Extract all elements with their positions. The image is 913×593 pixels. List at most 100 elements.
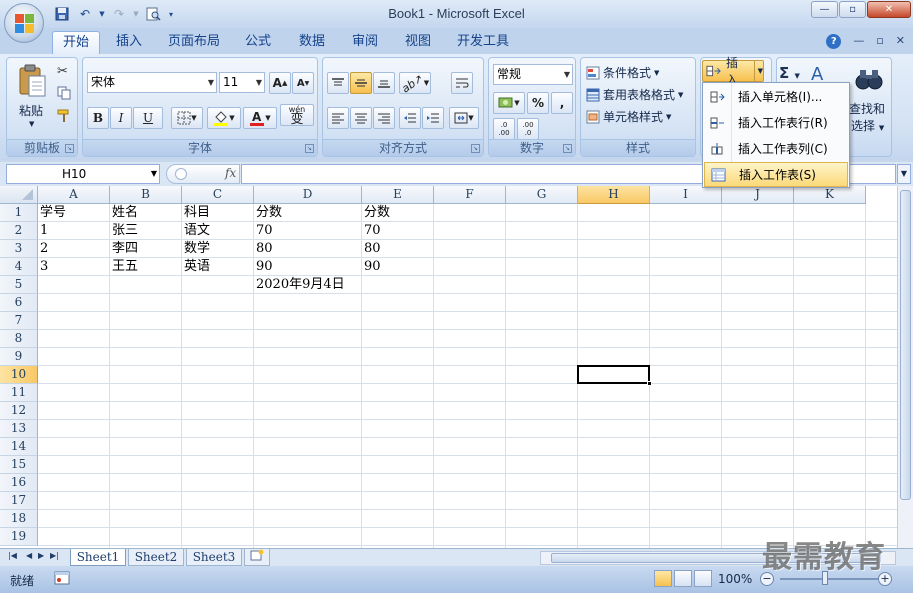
find-select-label-2[interactable]: 选择 ▼	[851, 117, 884, 134]
help-icon[interactable]: ?	[826, 34, 842, 49]
cell-e1[interactable]: 分数	[362, 204, 390, 222]
align-center-button[interactable]	[350, 107, 372, 129]
cell-e4[interactable]: 90	[362, 258, 381, 276]
currency-button[interactable]: ▼	[493, 92, 525, 114]
menu-insert-sheet[interactable]: 插入工作表(S)	[704, 162, 848, 187]
row-header-2[interactable]: 2	[0, 222, 38, 240]
new-sheet-tab[interactable]	[244, 549, 270, 566]
increase-indent-button[interactable]	[422, 107, 444, 129]
paste-label[interactable]: 粘贴	[19, 102, 43, 119]
ribbon-restore-icon[interactable]: ▫	[876, 34, 883, 49]
redo-icon[interactable]: ↷	[109, 5, 129, 23]
row-header-18[interactable]: 18	[0, 510, 38, 528]
cell-e3[interactable]: 80	[362, 240, 381, 258]
number-format-combo[interactable]: 常规 ▼	[493, 64, 573, 85]
cell-d3[interactable]: 80	[254, 240, 273, 258]
tab-formulas[interactable]: 公式	[238, 31, 278, 54]
row-header-13[interactable]: 13	[0, 420, 38, 438]
align-left-button[interactable]	[327, 107, 349, 129]
row-header-3[interactable]: 3	[0, 240, 38, 258]
font-name-combo[interactable]: 宋体 ▼	[87, 72, 217, 93]
row-header-16[interactable]: 16	[0, 474, 38, 492]
decrease-indent-button[interactable]	[399, 107, 421, 129]
vertical-scroll-thumb[interactable]	[900, 190, 911, 500]
comma-button[interactable]: ,	[551, 92, 573, 114]
merge-center-button[interactable]: ▼	[449, 107, 479, 129]
cell-a2[interactable]: 1	[38, 222, 48, 240]
borders-button[interactable]: ▼	[171, 107, 203, 129]
column-header-f[interactable]: F	[434, 186, 506, 204]
align-right-button[interactable]	[373, 107, 395, 129]
name-box-dropdown-icon[interactable]: ▼	[151, 165, 157, 183]
format-painter-icon[interactable]	[57, 109, 71, 126]
cell-c3[interactable]: 数学	[182, 240, 210, 258]
sheet-tab-sheet2[interactable]: Sheet2	[128, 549, 184, 566]
row-header-4[interactable]: 4	[0, 258, 38, 276]
font-size-dropdown-icon[interactable]: ▼	[256, 73, 262, 92]
cell-c2[interactable]: 语文	[182, 222, 210, 240]
font-name-dropdown-icon[interactable]: ▼	[208, 73, 214, 92]
row-header-19[interactable]: 19	[0, 528, 38, 546]
undo-icon[interactable]: ↶	[75, 5, 95, 23]
column-header-e[interactable]: E	[362, 186, 434, 204]
redo-dropdown-icon[interactable]: ▼	[132, 5, 140, 23]
insert-function-icon[interactable]: fx	[225, 166, 236, 180]
row-header-11[interactable]: 11	[0, 384, 38, 402]
cell-b1[interactable]: 姓名	[110, 204, 138, 222]
conditional-format-button[interactable]: 条件格式 ▼	[586, 64, 659, 81]
row-header-5[interactable]: 5	[0, 276, 38, 294]
cell-c1[interactable]: 科目	[182, 204, 210, 222]
phonetic-button[interactable]: wén 变	[280, 104, 314, 126]
column-header-d[interactable]: D	[254, 186, 362, 204]
ribbon-close-icon[interactable]: ✕	[896, 34, 905, 49]
row-header-6[interactable]: 6	[0, 294, 38, 312]
font-color-button[interactable]: A ▼	[243, 107, 277, 129]
ribbon-minimize-icon[interactable]: —	[853, 34, 864, 49]
zoom-level[interactable]: 100%	[718, 572, 752, 586]
column-header-k[interactable]: K	[794, 186, 866, 204]
number-format-dropdown-icon[interactable]: ▼	[564, 65, 570, 84]
office-button[interactable]	[4, 3, 44, 43]
shrink-font-button[interactable]: A ▼	[292, 72, 314, 94]
column-header-i[interactable]: I	[650, 186, 722, 204]
column-header-b[interactable]: B	[110, 186, 182, 204]
alignment-launcher-icon[interactable]: ↘	[471, 144, 480, 153]
sheet-tab-sheet1[interactable]: Sheet1	[70, 549, 126, 566]
cell-d4[interactable]: 90	[254, 258, 273, 276]
tab-review[interactable]: 审阅	[344, 31, 386, 54]
wrap-text-button[interactable]	[451, 72, 473, 94]
last-sheet-icon[interactable]: ▶|	[50, 551, 59, 560]
cell-a1[interactable]: 学号	[38, 204, 66, 222]
worksheet-grid[interactable]: A B C D E F G H I J K 1 2 3 4 5 6 7 8 9 10 11 12 13 14 15 16 17 18 19…	[0, 186, 913, 548]
prev-sheet-icon[interactable]: ◀	[26, 551, 32, 560]
row-header-10[interactable]: 10	[0, 366, 38, 384]
tab-data[interactable]: 数据	[292, 31, 332, 54]
align-middle-button[interactable]	[350, 72, 372, 94]
font-launcher-icon[interactable]: ↘	[305, 144, 314, 153]
tab-developer[interactable]: 开发工具	[450, 31, 516, 54]
name-box[interactable]: H10 ▼	[6, 164, 160, 184]
underline-button[interactable]: U	[133, 107, 163, 129]
align-bottom-button[interactable]	[373, 72, 395, 94]
cell-d5[interactable]: 2020年9月4日	[254, 276, 345, 294]
tab-home[interactable]: 开始	[52, 31, 100, 54]
row-header-8[interactable]: 8	[0, 330, 38, 348]
cell-e2[interactable]: 70	[362, 222, 381, 240]
row-header-9[interactable]: 9	[0, 348, 38, 366]
font-size-combo[interactable]: 11 ▼	[219, 72, 265, 93]
fill-handle[interactable]	[647, 381, 652, 386]
menu-insert-row[interactable]: 插入工作表行(R)	[704, 110, 848, 135]
cut-icon[interactable]: ✂	[57, 64, 68, 79]
tab-view[interactable]: 视图	[398, 31, 438, 54]
row-header-15[interactable]: 15	[0, 456, 38, 474]
menu-insert-column[interactable]: 插入工作表列(C)	[704, 136, 848, 161]
fill-color-button[interactable]: ▼	[207, 107, 241, 129]
page-layout-view-button[interactable]	[674, 570, 692, 587]
customize-qat-icon[interactable]: ▾	[166, 5, 176, 23]
column-header-c[interactable]: C	[182, 186, 254, 204]
next-sheet-icon[interactable]: ▶	[38, 551, 44, 560]
zoom-slider-track[interactable]	[780, 578, 880, 580]
maximize-button[interactable]: ▫	[839, 1, 866, 18]
macro-record-icon[interactable]	[54, 571, 70, 588]
first-sheet-icon[interactable]: |◀	[8, 551, 17, 560]
